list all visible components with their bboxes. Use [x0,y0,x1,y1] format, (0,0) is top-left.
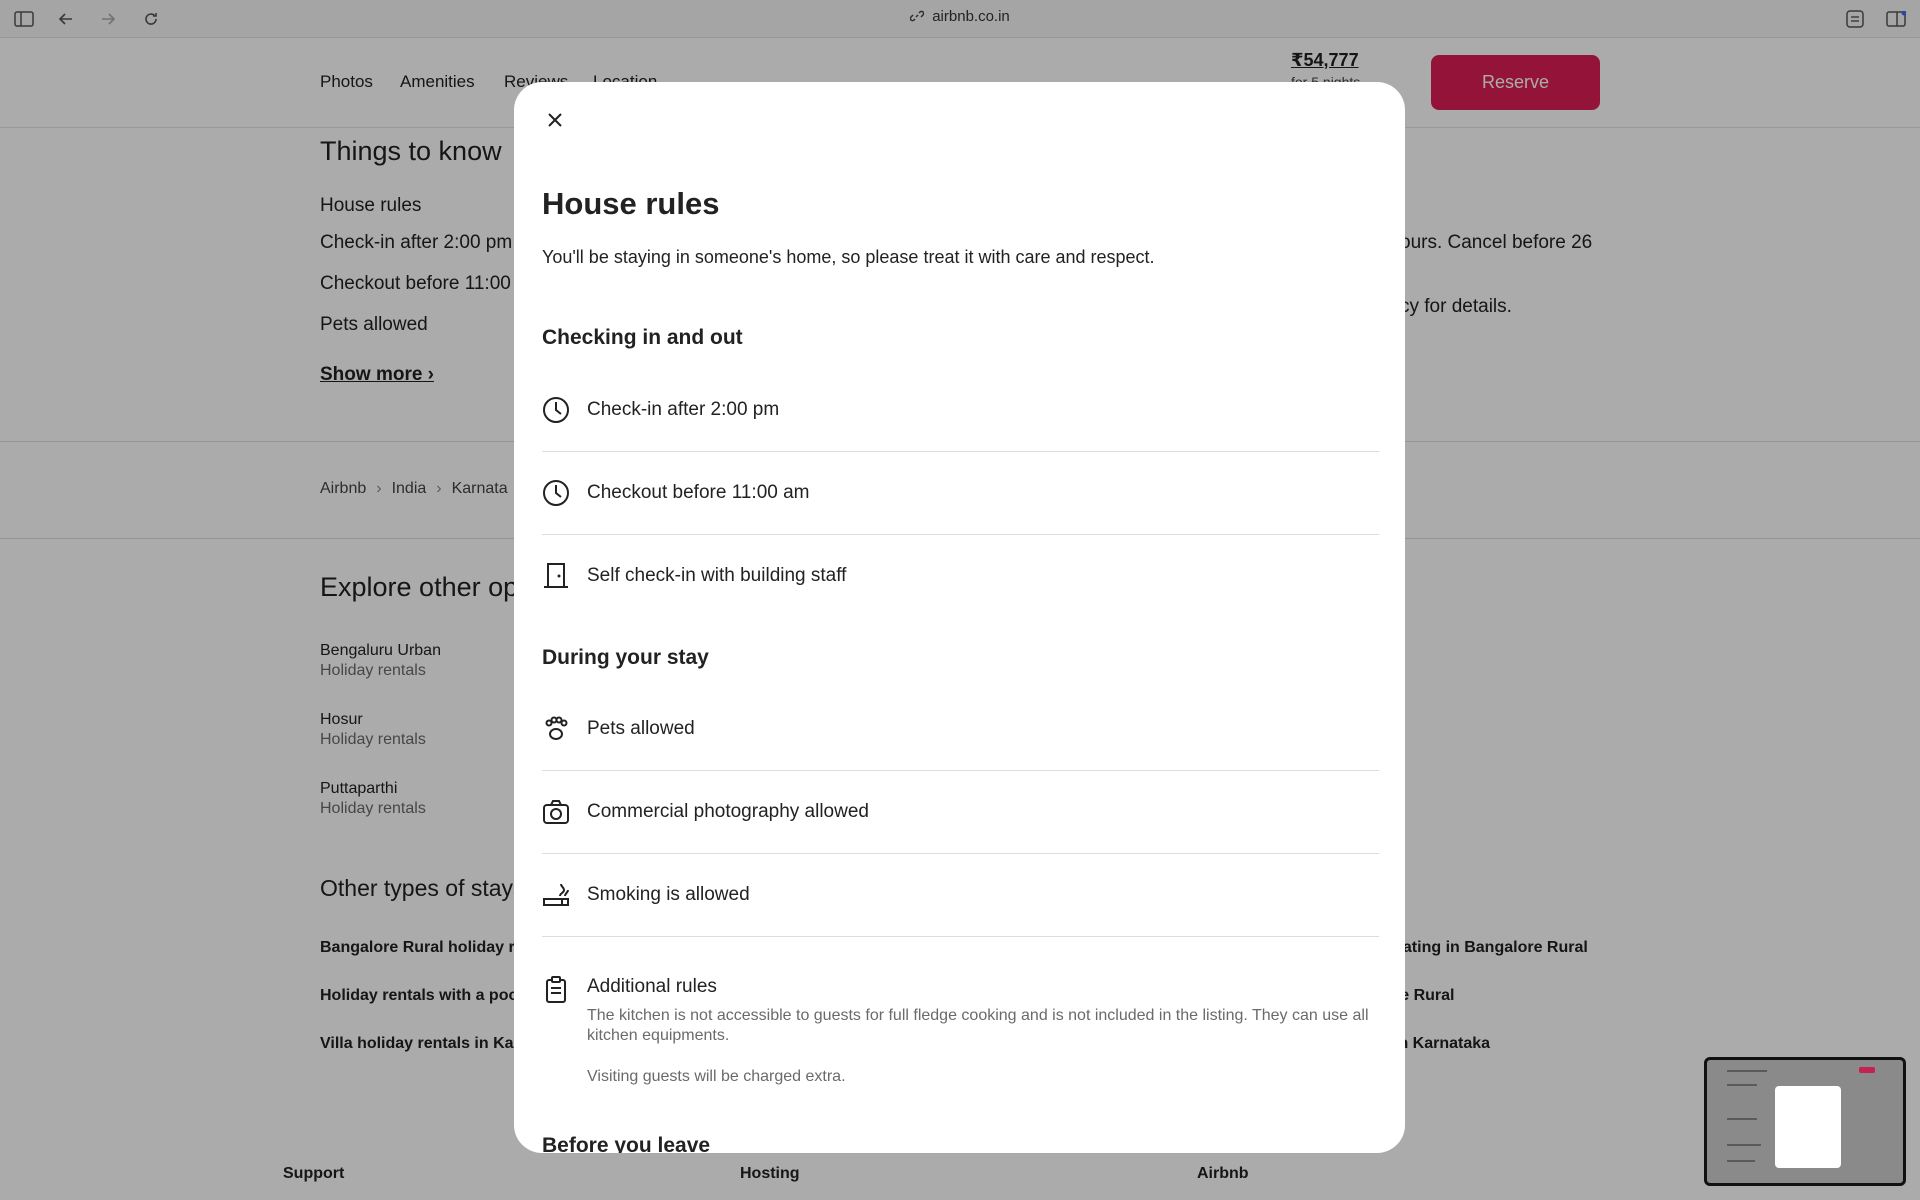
close-icon [547,112,563,131]
rule-text: Pets allowed [587,718,695,739]
section-checking-in-out: Checking in and out [542,326,743,349]
smoking-icon [542,881,570,909]
thumb-line [1727,1084,1757,1086]
additional-rules-note: Visiting guests will be charged extra. [587,1068,846,1085]
thumb-reserve [1859,1067,1875,1073]
rule-text: Commercial photography allowed [587,801,869,822]
clock-icon [542,396,570,424]
thumb-line [1727,1070,1767,1072]
rule-row: Self check-in with building staff [542,535,1379,618]
close-button[interactable] [538,104,572,138]
rule-row: Check-in after 2:00 pm [542,369,1379,452]
modal-title: House rules [542,186,720,221]
door-icon [542,562,570,590]
rule-text: Self check-in with building staff [587,565,847,586]
rule-row: Pets allowed [542,688,1379,771]
screen-thumbnail[interactable] [1704,1057,1906,1186]
thumb-line [1727,1144,1761,1146]
thumb-line [1727,1118,1757,1120]
rule-row: Commercial photography allowed [542,771,1379,854]
section-during-stay: During your stay [542,646,709,669]
thumb-modal [1775,1086,1841,1168]
rule-text: Check-in after 2:00 pm [587,399,780,420]
paw-icon [542,715,570,743]
clipboard-icon [542,976,570,1004]
camera-icon [542,798,570,826]
section-before-you-leave: Before you leave [542,1134,711,1153]
rule-text: Checkout before 11:00 am [587,482,810,503]
rule-row: Smoking is allowed [542,854,1379,937]
additional-rules-title: Additional rules [587,976,717,997]
additional-rules-description: The kitchen is not accessible to guests … [587,1007,1369,1044]
clock-icon [542,479,570,507]
house-rules-modal: House rules You'll be staying in someone… [514,82,1405,1153]
thumb-line [1727,1160,1755,1162]
modal-subtitle: You'll be staying in someone's home, so … [542,247,1155,267]
rule-text: Smoking is allowed [587,884,750,905]
rule-row: Checkout before 11:00 am [542,452,1379,535]
